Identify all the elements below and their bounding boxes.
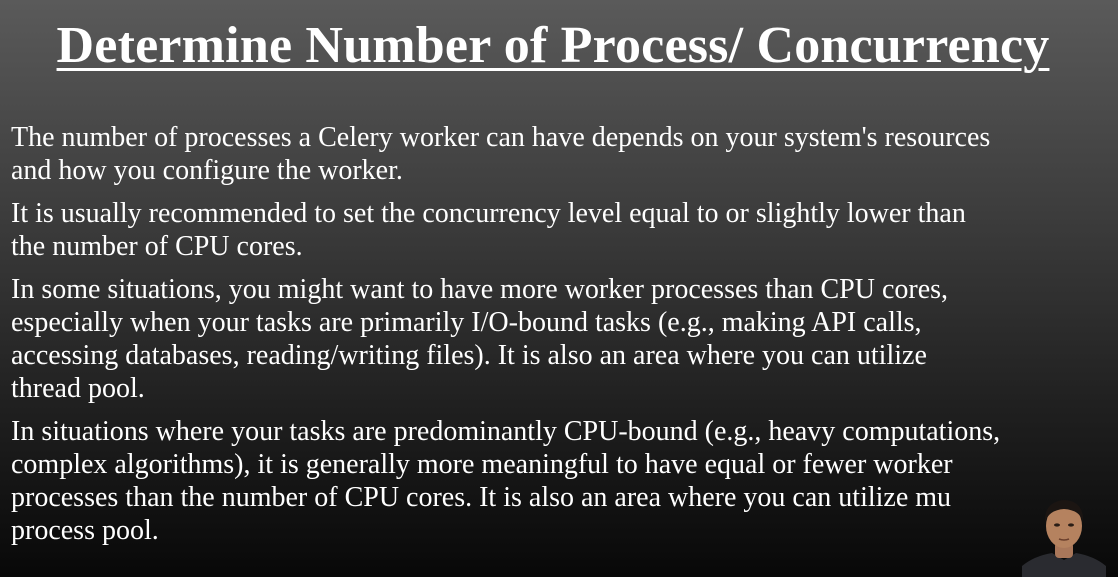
paragraph-process-count: The number of processes a Celery worker … bbox=[11, 122, 991, 186]
slide: Determine Number of Process/ Concurrency… bbox=[0, 0, 1118, 577]
presenter-webcam-icon bbox=[1022, 490, 1106, 577]
paragraph-io-bound: In some situations, you might want to ha… bbox=[11, 274, 949, 404]
paragraph-cpu-bound: In situations where your tasks are predo… bbox=[11, 416, 1001, 546]
paragraph-recommendation: It is usually recommended to set the con… bbox=[11, 198, 966, 262]
slide-body: The number of processes a Celery worker … bbox=[11, 121, 1111, 557]
slide-title: Determine Number of Process/ Concurrency bbox=[56, 17, 1050, 74]
